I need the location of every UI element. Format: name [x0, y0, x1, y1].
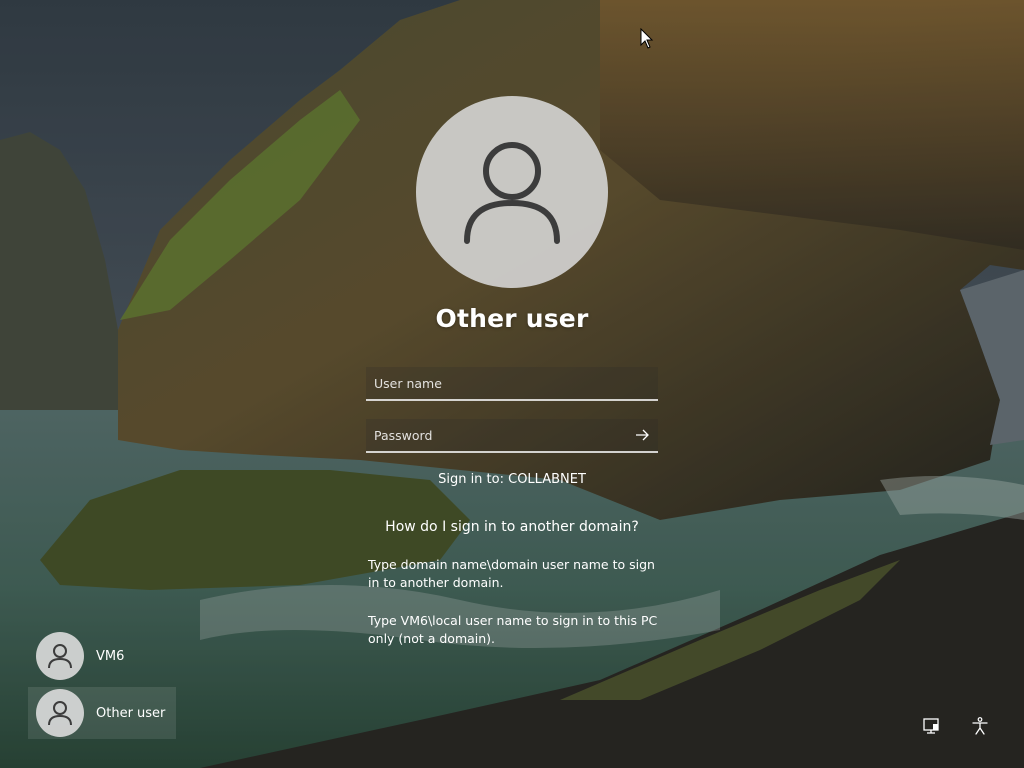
user-tile-other-user[interactable]: Other user: [28, 687, 176, 739]
user-avatar: [416, 96, 608, 288]
password-field-container: [366, 419, 658, 453]
user-avatar-small: [36, 632, 84, 680]
submit-button[interactable]: [634, 427, 650, 443]
accessibility-icon: [972, 717, 988, 735]
user-tile-vm6[interactable]: VM6: [28, 630, 176, 682]
password-input[interactable]: [366, 419, 658, 451]
user-tile-label: Other user: [96, 705, 166, 721]
mouse-pointer-icon: [640, 27, 654, 50]
account-name-title: Other user: [435, 304, 589, 333]
user-silhouette-icon: [48, 644, 72, 669]
help-text-local: Type VM6\local user name to sign in to t…: [368, 613, 658, 646]
user-tile-label: VM6: [96, 648, 125, 664]
other-domain-help-link[interactable]: How do I sign in to another domain?: [312, 519, 712, 535]
username-field-container: [366, 367, 658, 401]
username-input[interactable]: [366, 367, 658, 399]
network-button[interactable]: [920, 714, 944, 738]
network-icon: [923, 718, 939, 734]
accessibility-button[interactable]: [968, 714, 992, 738]
user-silhouette-icon: [464, 142, 560, 244]
arrow-right-icon: [636, 429, 649, 441]
help-text-domain: Type domain name\domain user name to sig…: [368, 557, 655, 590]
user-silhouette-icon: [48, 701, 72, 726]
sign-in-domain-label: Sign in to: COLLABNET: [438, 472, 586, 487]
user-avatar-small: [36, 689, 84, 737]
